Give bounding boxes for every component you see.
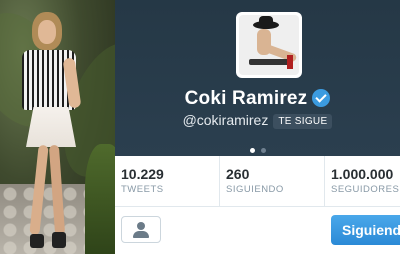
- action-row: Siguiendo: [115, 207, 400, 254]
- stat-label: SEGUIDORES: [331, 184, 400, 195]
- profile-photo: [0, 0, 115, 254]
- stat-followers[interactable]: 1.000.000 SEGUIDORES: [325, 156, 400, 206]
- profile-handle: @cokiramirez: [182, 112, 269, 128]
- following-button[interactable]: Siguiendo: [331, 215, 400, 245]
- stats-row: 10.229 TWEETS 260 SIGUIENDO 1.000.000 SE…: [115, 156, 400, 207]
- verified-check-icon: [312, 89, 331, 107]
- stat-tweets[interactable]: 10.229 TWEETS: [115, 156, 220, 206]
- follows-you-badge: TE SIGUE: [273, 114, 333, 129]
- person-icon: [137, 222, 145, 230]
- stat-label: TWEETS: [121, 184, 164, 195]
- page-dot[interactable]: [260, 148, 266, 153]
- page-dot-active[interactable]: [249, 148, 255, 153]
- stat-value: 10.229: [121, 166, 164, 182]
- profile-name: Coki Ramirez: [184, 88, 308, 109]
- stat-value: 260: [226, 166, 250, 182]
- stat-label: SIGUIENDO: [226, 184, 284, 195]
- person-button[interactable]: [121, 216, 161, 243]
- profile-header: Coki Ramirez @cokiramirez TE SIGUE: [115, 0, 400, 156]
- stat-value: 1.000.000: [331, 166, 394, 182]
- avatar[interactable]: [236, 12, 302, 78]
- stat-following[interactable]: 260 SIGUIENDO: [220, 156, 325, 206]
